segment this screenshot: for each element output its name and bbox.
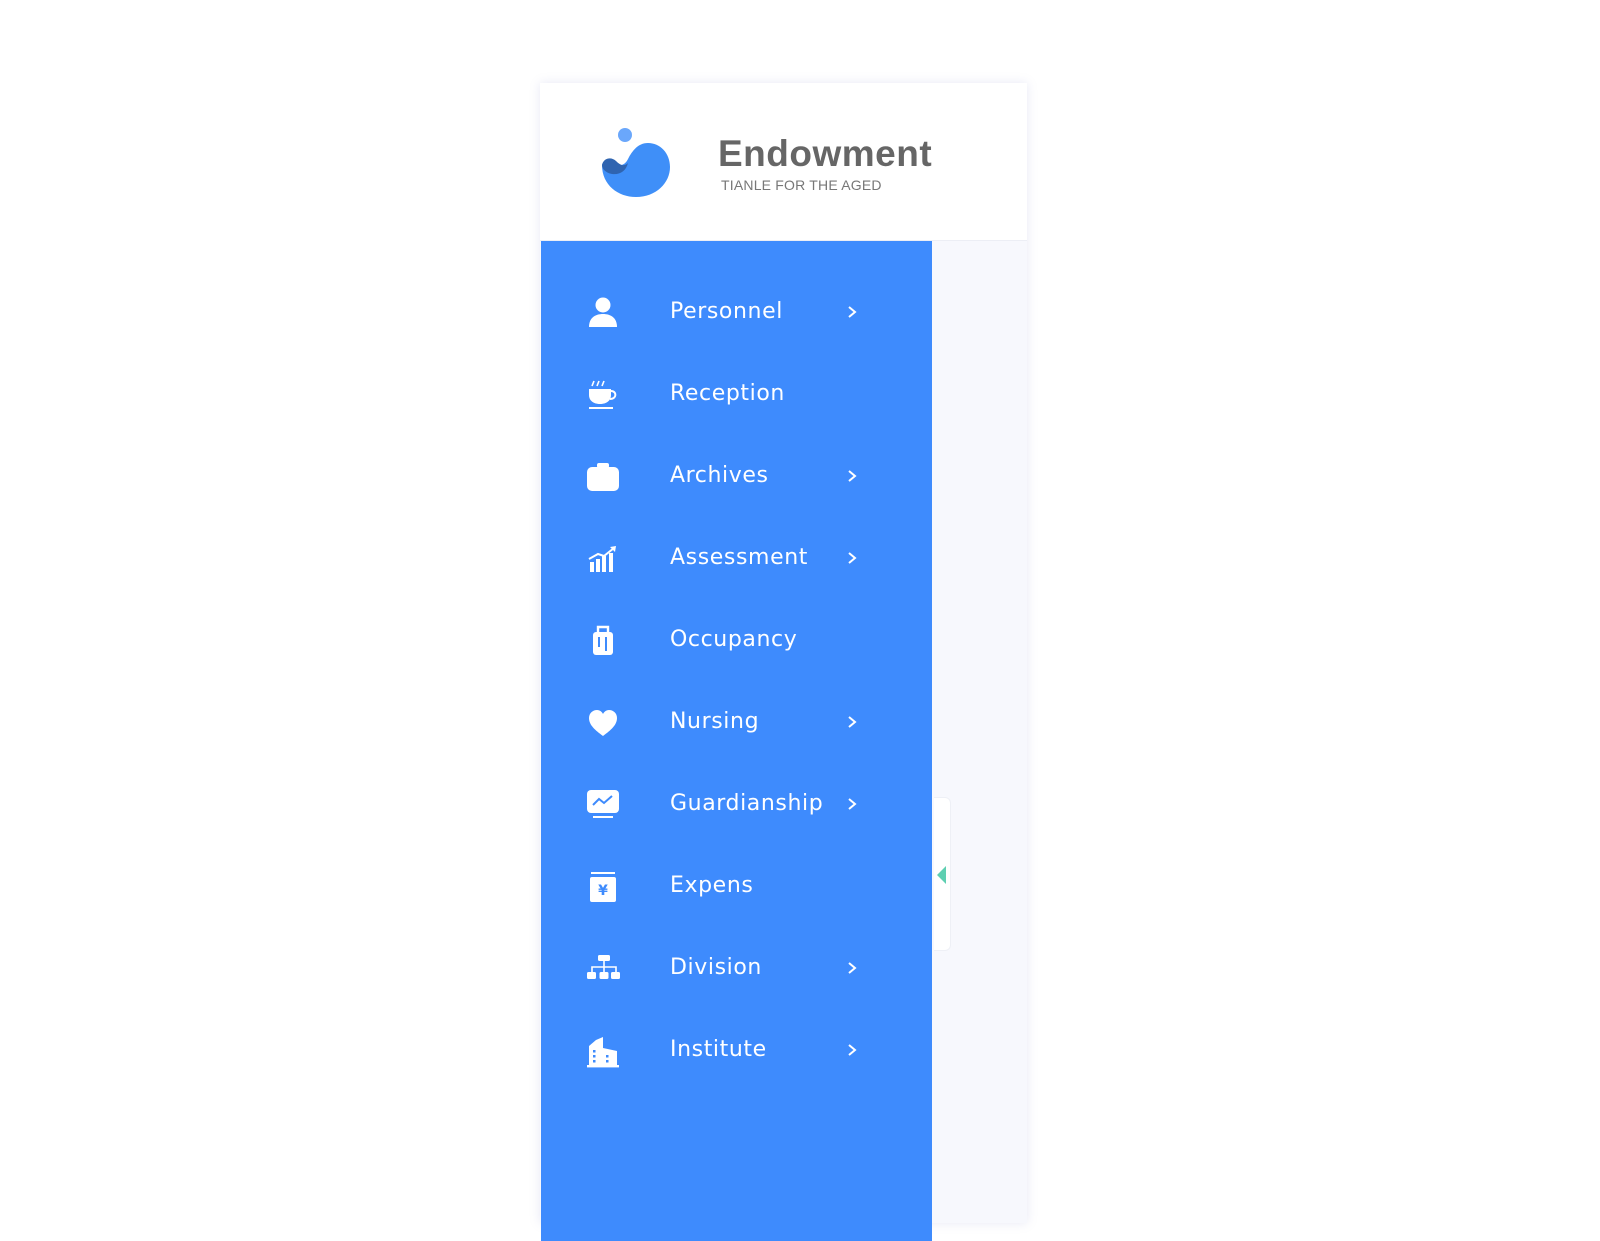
- sidebar-item-label: Division: [670, 955, 762, 980]
- yen-box-icon: ¥: [590, 872, 616, 902]
- building-icon: [587, 1037, 619, 1068]
- org-chart-icon: [587, 955, 620, 979]
- water-drop-logo-icon: [602, 128, 670, 197]
- chevron-right-icon: [848, 470, 857, 482]
- sidebar-item-nursing[interactable]: Nursing: [541, 681, 932, 763]
- coffee-cup-icon: [589, 380, 617, 409]
- chevron-right-icon: [848, 306, 857, 318]
- app-panel: Endowment TIANLE FOR THE AGED Personnel …: [540, 83, 1027, 1241]
- sidebar-item-archives[interactable]: Archives: [541, 435, 932, 517]
- sidebar-item-label: Institute: [670, 1037, 767, 1062]
- sidebar-item-institute[interactable]: Institute: [541, 1009, 932, 1091]
- user-icon: [589, 297, 617, 327]
- sidebar-item-label: Assessment: [670, 545, 808, 570]
- brand-subtitle: TIANLE FOR THE AGED: [721, 177, 882, 193]
- chevron-right-icon: [848, 1044, 857, 1056]
- sidebar-item-label: Personnel: [670, 299, 783, 324]
- chevron-right-icon: [848, 552, 857, 564]
- sidebar-collapse-toggle[interactable]: [934, 797, 951, 951]
- heart-icon: [589, 710, 617, 736]
- sidebar-nav: Personnel Reception Archives Assessment …: [541, 241, 932, 1241]
- sidebar-item-label: Nursing: [670, 709, 760, 734]
- sidebar-item-label: Guardianship: [670, 791, 824, 816]
- sidebar-item-label: Archives: [670, 463, 769, 488]
- sidebar-item-reception[interactable]: Reception: [541, 353, 932, 435]
- sidebar-item-personnel[interactable]: Personnel: [541, 271, 932, 353]
- sidebar-item-label: Reception: [670, 381, 785, 406]
- sidebar-item-guardianship[interactable]: Guardianship: [541, 763, 932, 845]
- bar-chart-trend-icon: [588, 546, 616, 572]
- chevron-right-icon: [848, 716, 857, 728]
- chevron-right-icon: [848, 798, 857, 810]
- sidebar-item-label: Occupancy: [670, 627, 798, 652]
- caret-left-icon: [937, 866, 946, 884]
- sidebar-item-label: Expens: [670, 873, 754, 898]
- luggage-icon: [593, 625, 613, 655]
- sidebar-item-division[interactable]: Division: [541, 927, 932, 1009]
- sidebar-item-assessment[interactable]: Assessment: [541, 517, 932, 599]
- sidebar-item-occupancy[interactable]: Occupancy: [541, 599, 932, 681]
- brand-title: Endowment: [718, 133, 933, 174]
- briefcase-icon: [587, 463, 619, 491]
- svg-text:¥: ¥: [598, 883, 608, 899]
- monitor-chart-icon: [587, 790, 619, 818]
- chevron-right-icon: [848, 962, 857, 974]
- brand-header: Endowment TIANLE FOR THE AGED: [540, 83, 1027, 241]
- sidebar-item-expens[interactable]: ¥ Expens: [541, 845, 932, 927]
